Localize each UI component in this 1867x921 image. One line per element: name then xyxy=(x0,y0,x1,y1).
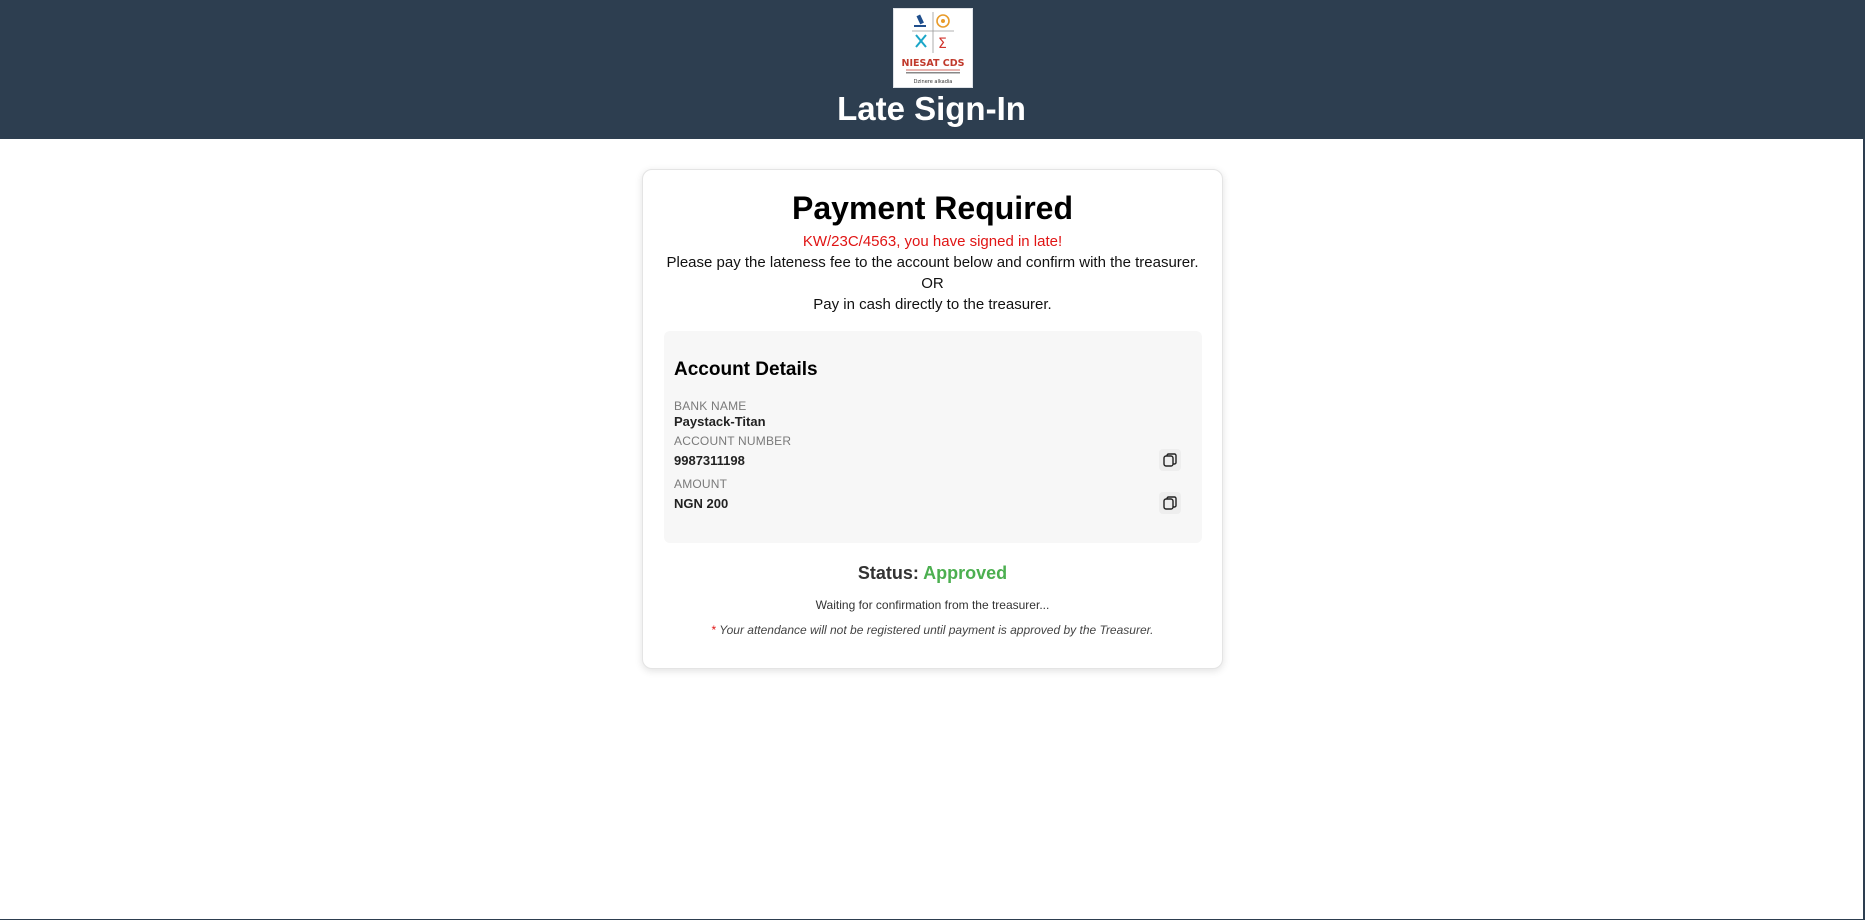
copy-amount-button[interactable] xyxy=(1159,492,1181,514)
bank-name-value: Paystack-Titan xyxy=(674,414,766,429)
copy-icon xyxy=(1163,496,1177,510)
late-message: KW/23C/4563, you have signed in late! xyxy=(802,233,1063,250)
note-asterisk: * xyxy=(711,623,717,637)
cash-instruction: Pay in cash directly to the treasurer. xyxy=(813,296,1052,313)
header: Σ NIESAT CDS Dzinere alkadia Late Sign-I… xyxy=(0,0,1863,139)
note-text: Your attendance will not be registered u… xyxy=(719,623,1154,637)
copy-account-number-button[interactable] xyxy=(1159,449,1181,471)
status-line: Status: Approved xyxy=(643,562,1222,584)
amount-label: AMOUNT xyxy=(674,477,728,491)
payment-instruction: Please pay the lateness fee to the accou… xyxy=(666,254,1199,271)
attendance-note: * Your attendance will not be registered… xyxy=(643,622,1222,638)
status-label: Status: xyxy=(857,563,919,583)
payment-card: Payment Required KW/23C/4563, you have s… xyxy=(642,169,1223,669)
svg-text:NIESAT CDS: NIESAT CDS xyxy=(902,58,965,69)
amount-value: NGN 200 xyxy=(674,496,729,511)
or-separator: OR xyxy=(921,275,944,292)
account-details-panel: Account Details BANK NAME Paystack-Titan… xyxy=(664,331,1202,543)
copy-icon xyxy=(1163,453,1177,467)
bank-name-label: BANK NAME xyxy=(674,399,747,413)
page-title: Late Sign-In xyxy=(837,90,1026,127)
svg-text:Dzinere alkadia: Dzinere alkadia xyxy=(914,79,953,85)
account-number-value: 9987311198 xyxy=(674,453,745,468)
account-details-title: Account Details xyxy=(674,359,818,380)
page: Σ NIESAT CDS Dzinere alkadia Late Sign-I… xyxy=(0,0,1865,920)
card-title: Payment Required xyxy=(792,190,1073,226)
status-badge: Approved xyxy=(923,563,1008,583)
waiting-message: Waiting for confirmation from the treasu… xyxy=(815,598,1050,612)
svg-text:Σ: Σ xyxy=(938,36,947,52)
niesat-logo: Σ NIESAT CDS Dzinere alkadia xyxy=(893,8,973,88)
account-number-label: ACCOUNT NUMBER xyxy=(674,434,792,448)
